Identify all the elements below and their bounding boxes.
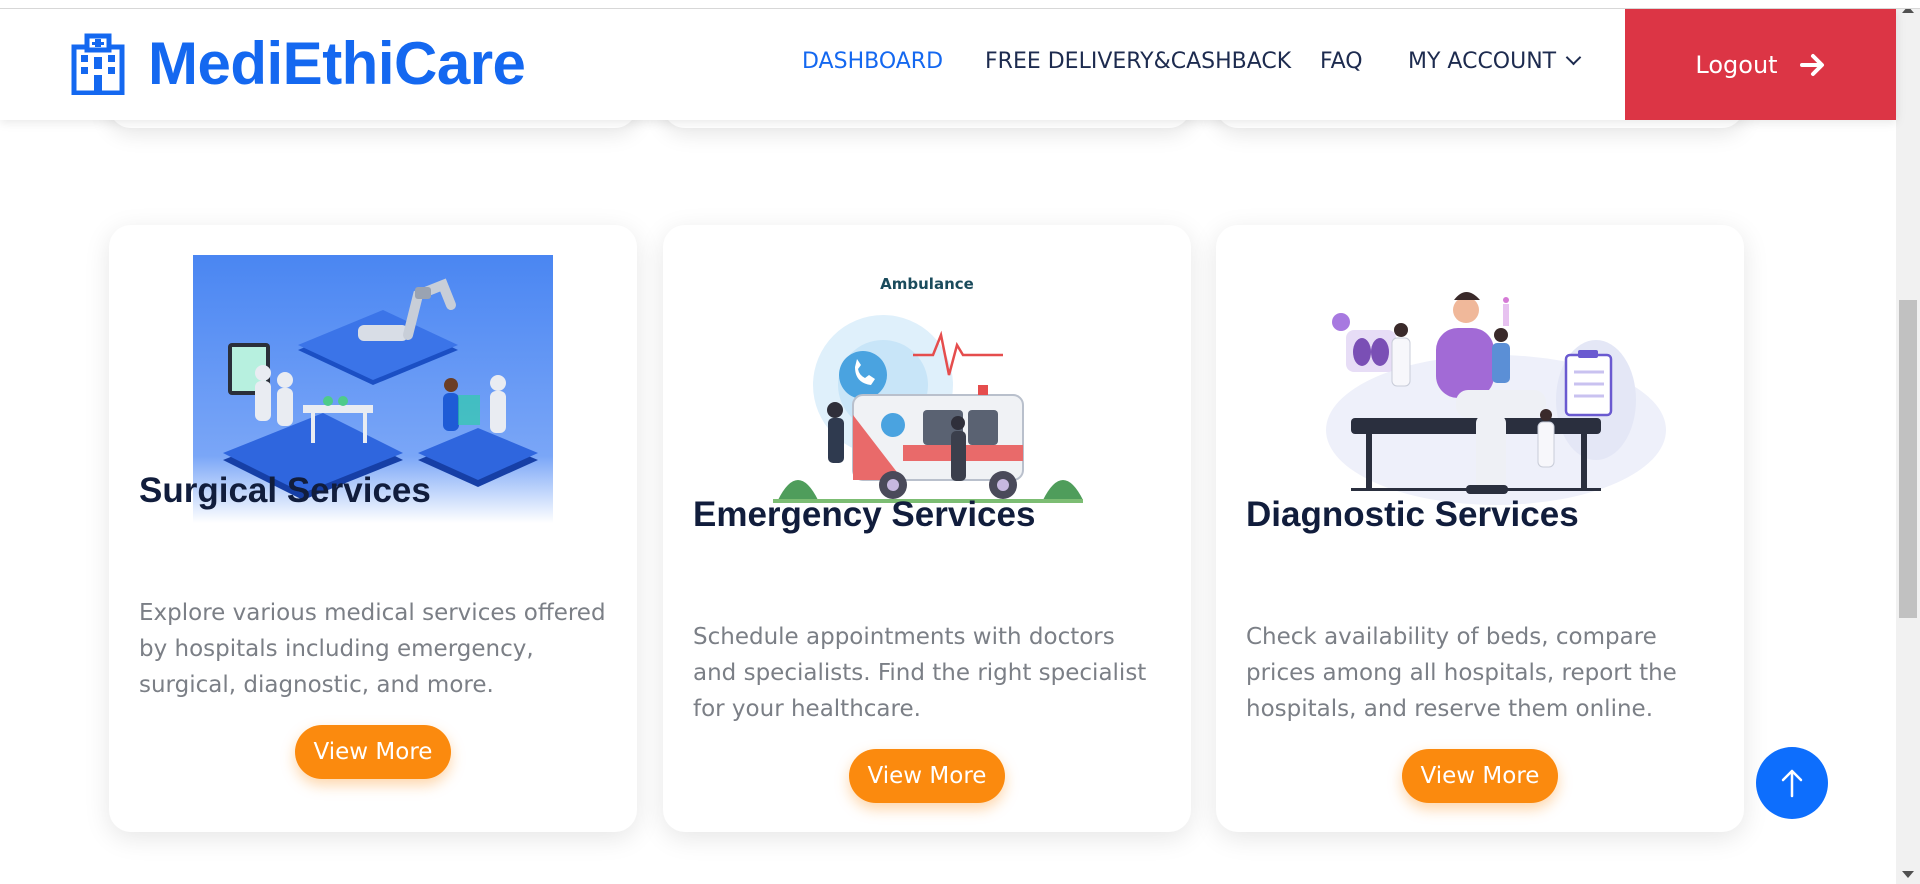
card-title: Emergency Services bbox=[693, 495, 1036, 534]
view-more-button[interactable]: View More bbox=[295, 725, 451, 779]
page-scrollbar[interactable] bbox=[1896, 0, 1920, 884]
service-card-surgical: Surgical Services Explore various medica… bbox=[109, 225, 637, 832]
nav-free-delivery-cashback[interactable]: FREE DELIVERY&CASHBACK bbox=[985, 49, 1291, 74]
arrow-right-icon bbox=[1799, 53, 1824, 76]
scroll-down-arrow-icon[interactable] bbox=[1902, 871, 1914, 878]
card-title: Surgical Services bbox=[139, 471, 431, 510]
card-description: Schedule appointments with doctors and s… bbox=[693, 624, 1147, 722]
scrollbar-thumb[interactable] bbox=[1899, 300, 1917, 618]
browser-top-edge bbox=[0, 0, 1920, 9]
logout-label: Logout bbox=[1695, 50, 1778, 79]
logout-button[interactable]: Logout bbox=[1625, 9, 1896, 120]
site-header: MediEthiCare DASHBOARD FREE DELIVERY&CAS… bbox=[0, 9, 1896, 120]
scroll-to-top-button[interactable] bbox=[1756, 747, 1828, 819]
diagnostic-illustration bbox=[1326, 292, 1666, 505]
arrow-up-icon bbox=[1781, 769, 1803, 798]
card-description: Check availability of beds, compare pric… bbox=[1246, 624, 1677, 722]
chevron-down-icon bbox=[1565, 49, 1582, 66]
nav-faq[interactable]: FAQ bbox=[1320, 49, 1363, 74]
brand-name: MediEthiCare bbox=[148, 30, 526, 97]
view-more-button[interactable]: View More bbox=[849, 749, 1005, 803]
ambulance-illustration bbox=[773, 315, 1083, 503]
card-description: Explore various medical services offered… bbox=[139, 600, 606, 698]
hospital-building-icon bbox=[71, 33, 125, 95]
ambulance-caption: Ambulance bbox=[880, 275, 974, 293]
card-title: Diagnostic Services bbox=[1246, 495, 1579, 534]
nav-my-account[interactable]: MY ACCOUNT bbox=[1408, 49, 1582, 74]
nav-my-account-label: MY ACCOUNT bbox=[1408, 49, 1557, 74]
nav-dashboard[interactable]: DASHBOARD bbox=[802, 49, 943, 74]
view-more-button[interactable]: View More bbox=[1402, 749, 1558, 803]
brand-logo[interactable]: MediEthiCare bbox=[70, 29, 526, 98]
service-card-emergency: Ambulance Emergency Services Schedule ap… bbox=[663, 225, 1191, 832]
service-card-diagnostic: Diagnostic Services Check availability o… bbox=[1216, 225, 1744, 832]
